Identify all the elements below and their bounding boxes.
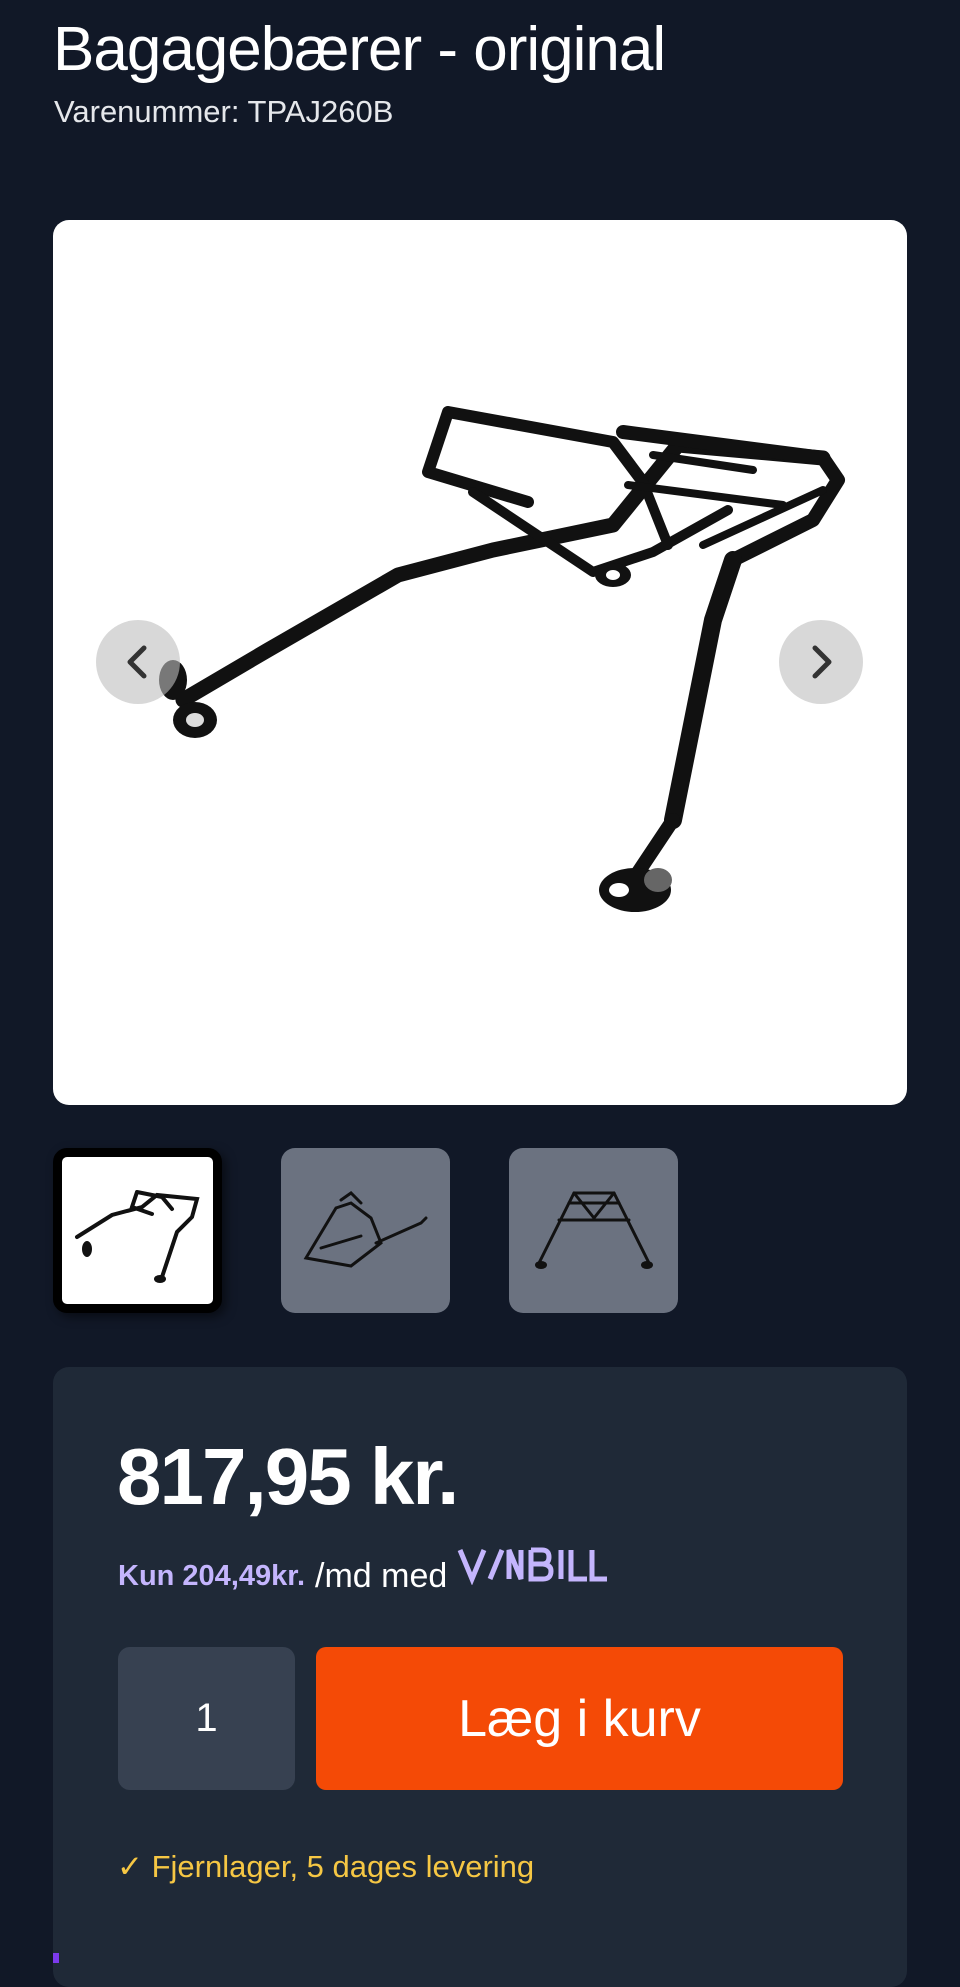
stock-status: ✓ Fjernlager, 5 dages levering: [117, 1849, 535, 1884]
quantity-input[interactable]: [118, 1647, 295, 1790]
thumbnail-1[interactable]: [53, 1148, 222, 1313]
page-title: Bagagebærer - original: [53, 15, 666, 84]
gallery-next-button[interactable]: [779, 620, 863, 704]
purchase-panel: 817,95 kr. Kun 204,49kr. /md med Læg i k…: [53, 1367, 907, 1987]
add-to-cart-button[interactable]: Læg i kurv: [316, 1647, 843, 1790]
thumbnail-3[interactable]: [509, 1148, 678, 1313]
bottom-accent-bar: [53, 1953, 59, 1963]
sku-label: Varenummer: TPAJ260B: [54, 94, 394, 129]
gallery-prev-button[interactable]: [96, 620, 180, 704]
thumbnail-rack-top-image: [303, 1191, 428, 1268]
thumbnail-rack-side-image: [75, 1190, 200, 1283]
chevron-left-icon: [127, 645, 147, 679]
thumbnail-2[interactable]: [281, 1148, 450, 1313]
main-product-image: [53, 220, 907, 1105]
financing-amount: Kun 204,49kr.: [118, 1559, 305, 1592]
viabill-logo-icon: [457, 1547, 608, 1586]
viabill-logo: [457, 1545, 608, 1606]
financing-suffix: /md med: [315, 1556, 448, 1595]
chevron-right-icon: [812, 645, 832, 679]
thumbnail-rack-back-image: [535, 1191, 653, 1269]
financing-info: Kun 204,49kr. /md med: [118, 1545, 608, 1606]
price: 817,95 kr.: [117, 1432, 459, 1521]
